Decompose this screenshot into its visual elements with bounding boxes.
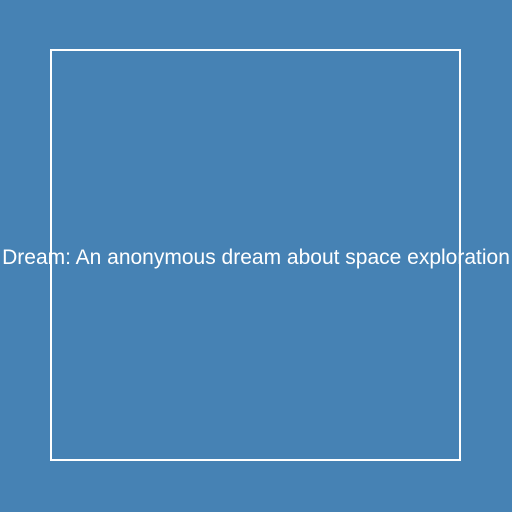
dream-text: Dream: An anonymous dream about space ex…: [2, 246, 510, 269]
dream-text-container: Dream: An anonymous dream about space ex…: [0, 244, 512, 272]
